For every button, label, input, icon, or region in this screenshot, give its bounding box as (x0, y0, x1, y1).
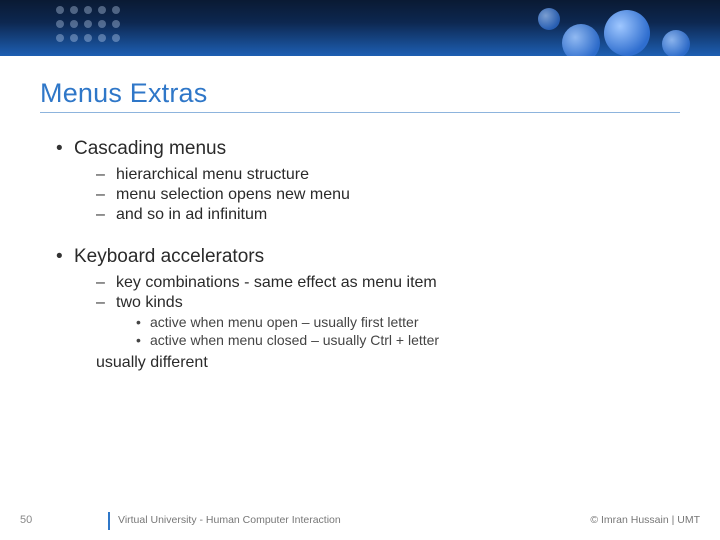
page-number: 50 (20, 514, 32, 526)
bullet-level2: hierarchical menu structure (96, 166, 680, 184)
bubble-decor (604, 10, 650, 56)
body-text: usually different (96, 354, 680, 372)
bullet-level2: menu selection opens new menu (96, 186, 680, 204)
footer-center-text: Virtual University - Human Computer Inte… (118, 514, 341, 526)
bullet-level1: Keyboard accelerators (56, 246, 680, 268)
bullet-level2: two kinds (96, 294, 680, 312)
bubble-decor (538, 8, 560, 30)
slide-title: Menus Extras (40, 78, 207, 109)
slide-body: Cascading menus hierarchical menu struct… (40, 132, 680, 372)
bullet-level1: Cascading menus (56, 138, 680, 160)
footer-divider (108, 512, 110, 530)
bubble-decor (562, 24, 600, 56)
bullet-level3: active when menu open – usually first le… (136, 314, 680, 330)
bubble-decor (662, 30, 690, 56)
slide: Menus Extras Cascading menus hierarchica… (0, 0, 720, 540)
title-underline (40, 112, 680, 113)
bullet-level2: key combinations - same effect as menu i… (96, 274, 680, 292)
dot-grid-decor (56, 6, 120, 42)
header-band (0, 0, 720, 56)
footer-right-text: © Imran Hussain | UMT (590, 514, 700, 526)
bullet-level2: and so in ad infinitum (96, 206, 680, 224)
bullet-level3: active when menu closed – usually Ctrl +… (136, 332, 680, 348)
